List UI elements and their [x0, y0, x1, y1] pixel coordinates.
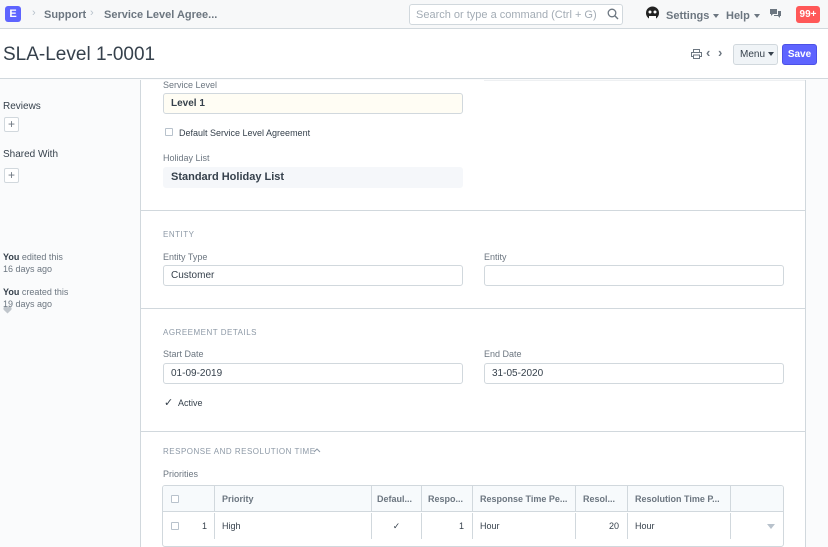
- section-divider: [141, 308, 805, 309]
- chat-icon[interactable]: [769, 8, 782, 20]
- help-label: Help: [726, 10, 750, 22]
- column-header: Respo...: [422, 486, 473, 511]
- section-divider: [141, 210, 805, 211]
- reviews-label: Reviews: [3, 101, 41, 112]
- search-icon[interactable]: [607, 8, 619, 20]
- default-cell[interactable]: ✓: [372, 513, 422, 539]
- resolution-time-cell[interactable]: 20: [576, 513, 628, 539]
- form-body: Service Level Level 1 Default Service Le…: [140, 80, 806, 547]
- activity-time: 16 days ago: [3, 264, 53, 274]
- caret-down-icon: [713, 14, 720, 18]
- caret-down-icon: [768, 52, 775, 56]
- response-period-cell[interactable]: Hour: [473, 513, 576, 539]
- entity-field[interactable]: [484, 265, 784, 286]
- row-index: 1: [201, 521, 207, 531]
- activity-action: created this: [19, 287, 69, 297]
- previous-doc-icon[interactable]: ‹: [706, 46, 710, 59]
- notification-badge[interactable]: 99+: [796, 6, 820, 23]
- row-checkbox[interactable]: [171, 522, 179, 530]
- column-header: Defaul...: [372, 486, 422, 511]
- priorities-label: Priorities: [163, 469, 199, 479]
- column-header: Response Time Pe...: [473, 486, 576, 511]
- default-sla-label: Default Service Level Agreement: [179, 128, 311, 138]
- sidebar: Reviews + Shared With + You edited this …: [0, 80, 140, 547]
- response-time-cell[interactable]: 1: [422, 513, 473, 539]
- add-share-button[interactable]: +: [4, 168, 19, 183]
- field-divider: [484, 80, 805, 81]
- section-divider: [141, 431, 805, 432]
- add-review-button[interactable]: +: [4, 117, 19, 132]
- active-label: Active: [178, 398, 203, 408]
- activity-user: You: [3, 287, 20, 297]
- start-date-field[interactable]: 01-09-2019: [163, 363, 463, 384]
- page-head: SLA-Level 1-0001 ‹ › Menu Save: [0, 29, 828, 79]
- response-section-heading[interactable]: RESPONSE AND RESOLUTION TIME: [163, 447, 316, 456]
- column-header: Resol...: [576, 486, 628, 511]
- select-all-cell: [163, 486, 215, 511]
- entity-type-label: Entity Type: [163, 252, 208, 262]
- settings-label: Settings: [666, 10, 710, 22]
- end-date-field[interactable]: 31-05-2020: [484, 363, 784, 384]
- chevron-right-icon: ›: [32, 7, 36, 19]
- end-date-label: End Date: [484, 349, 522, 359]
- user-avatar-icon[interactable]: [645, 6, 660, 22]
- column-header: Resolution Time P...: [628, 486, 731, 511]
- search-input[interactable]: [409, 4, 623, 25]
- chevron-right-icon: ›: [90, 7, 94, 19]
- row-edit-cell[interactable]: [731, 513, 783, 539]
- column-header: Priority: [215, 486, 372, 511]
- active-checkbox[interactable]: ✓: [164, 398, 173, 409]
- save-button[interactable]: Save: [782, 44, 817, 65]
- collapse-chevron-up-icon[interactable]: [313, 447, 321, 453]
- service-level-field[interactable]: Level 1: [163, 93, 463, 114]
- row-select-cell: 1: [163, 513, 215, 539]
- page-scrollbar[interactable]: [820, 80, 828, 547]
- print-icon[interactable]: [691, 49, 702, 59]
- breadcrumb-sla[interactable]: Service Level Agree...: [104, 9, 217, 21]
- entity-section-heading: ENTITY: [163, 230, 195, 239]
- default-sla-checkbox[interactable]: [165, 128, 173, 136]
- activity-action: edited this: [19, 252, 63, 262]
- entity-type-field[interactable]: Customer: [163, 265, 463, 286]
- settings-dropdown[interactable]: Settings: [666, 10, 720, 22]
- shared-with-label: Shared With: [3, 149, 59, 160]
- page-title: SLA-Level 1-0001: [3, 44, 156, 65]
- table-header: Priority Defaul... Respo... Response Tim…: [163, 486, 783, 512]
- start-date-label: Start Date: [163, 349, 204, 359]
- activity-item: You edited this 16 days ago: [3, 251, 63, 275]
- menu-label: Menu: [740, 49, 766, 60]
- row-dropdown-icon[interactable]: [767, 524, 775, 529]
- next-doc-icon[interactable]: ›: [718, 46, 722, 59]
- priority-cell[interactable]: High: [215, 513, 372, 539]
- service-level-label: Service Level: [163, 80, 218, 90]
- priorities-table: Priority Defaul... Respo... Response Tim…: [162, 485, 784, 547]
- entity-label: Entity: [484, 252, 507, 262]
- holiday-list-field: Standard Holiday List: [163, 167, 463, 188]
- help-dropdown[interactable]: Help: [726, 10, 760, 22]
- select-all-checkbox[interactable]: [171, 495, 179, 503]
- table-row[interactable]: 1 High ✓ 1 Hour 20 Hour: [163, 513, 783, 539]
- holiday-list-label: Holiday List: [163, 153, 210, 163]
- activity-item: You created this 19 days ago: [3, 286, 68, 310]
- column-header-actions: [731, 486, 783, 511]
- breadcrumb-support[interactable]: Support: [44, 9, 86, 21]
- navbar: E › Support › Service Level Agree... Set…: [0, 0, 828, 29]
- agreement-section-heading: AGREEMENT DETAILS: [163, 328, 257, 337]
- activity-time: 19 days ago: [3, 299, 53, 309]
- menu-button[interactable]: Menu: [733, 44, 778, 65]
- app-logo[interactable]: E: [5, 6, 21, 22]
- caret-down-icon: [753, 14, 760, 18]
- activity-user: You: [3, 252, 20, 262]
- resolution-period-cell[interactable]: Hour: [628, 513, 731, 539]
